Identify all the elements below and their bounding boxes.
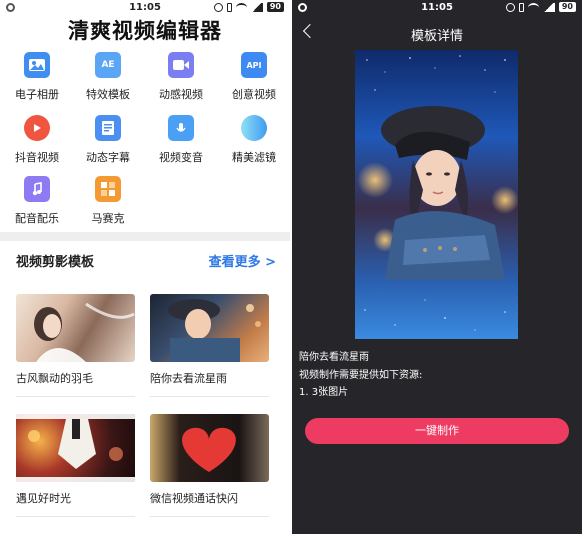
template-caption: 遇见好时光 xyxy=(16,492,71,505)
feature-mosaic[interactable]: 马赛克 xyxy=(78,176,138,226)
template-caption: 微信视频通话快闪 xyxy=(150,492,238,505)
template-thumbnail xyxy=(150,414,269,482)
feature-label: 马赛克 xyxy=(91,212,125,225)
music-note-icon xyxy=(24,176,50,202)
feature-dynamic-video[interactable]: 动感视频 xyxy=(151,52,211,102)
see-more-link[interactable]: 查看更多 > xyxy=(209,251,276,270)
home-screen: 11:05 90 清爽视频编辑器 电子相册 AE 特效模板 动感视频 API 创… xyxy=(0,0,290,534)
template-card[interactable]: 陪你去看流星雨 xyxy=(150,294,269,397)
photo-album-icon xyxy=(24,52,50,78)
alarm-icon xyxy=(213,2,223,12)
wifi-icon xyxy=(527,2,539,12)
feature-douyin-video[interactable]: 抖音视频 xyxy=(7,115,67,165)
feature-label: 视频变音 xyxy=(159,151,203,164)
status-bar: 11:05 90 xyxy=(292,0,582,16)
api-icon: API xyxy=(241,52,267,78)
wifi-icon xyxy=(235,2,247,12)
section-divider xyxy=(0,232,290,241)
dynamic-video-icon xyxy=(168,52,194,78)
template-thumbnail xyxy=(16,414,135,482)
one-click-make-button[interactable]: 一键制作 xyxy=(305,418,569,444)
page-title: 模板详情 xyxy=(410,29,463,44)
feature-voice-change[interactable]: 视频变音 xyxy=(151,115,211,165)
template-thumbnail xyxy=(16,294,135,362)
requirement-heading: 视频制作需要提供如下资源: xyxy=(299,370,423,381)
heart-icon xyxy=(182,427,236,472)
template-preview-image[interactable] xyxy=(355,50,518,339)
vibrate-icon xyxy=(518,2,524,12)
feature-creative-video[interactable]: API 创意视频 xyxy=(224,52,284,102)
voice-change-icon xyxy=(168,115,194,141)
douyin-play-icon xyxy=(24,115,50,141)
feature-label: 创意视频 xyxy=(232,88,276,101)
feature-label: 电子相册 xyxy=(15,88,59,101)
feature-label: 特效模板 xyxy=(86,88,130,101)
feature-label: 动感视频 xyxy=(159,88,203,101)
alarm-icon xyxy=(505,2,515,12)
card-divider xyxy=(16,516,135,517)
template-card[interactable]: 古风飘动的羽毛 xyxy=(16,294,135,397)
vibrate-icon xyxy=(226,2,232,12)
filter-icon xyxy=(241,115,267,141)
requirement-item: 1. 3张图片 xyxy=(299,387,349,398)
feature-label: 抖音视频 xyxy=(15,151,59,164)
feature-label: 配音配乐 xyxy=(15,212,59,225)
mosaic-icon xyxy=(95,176,121,202)
feature-effect-template[interactable]: AE 特效模板 xyxy=(78,52,138,102)
template-detail-screen: 11:05 90 模板详情 陪你去看流星雨 视频制作需要提供如下资源: 1. 3… xyxy=(292,0,582,534)
battery-icon: 90 xyxy=(266,2,284,12)
template-caption: 古风飘动的羽毛 xyxy=(16,372,93,385)
template-card[interactable]: 微信视频通话快闪 xyxy=(150,414,269,517)
app-title: 清爽视频编辑器 xyxy=(68,19,222,43)
card-divider xyxy=(16,396,135,397)
card-divider xyxy=(150,516,269,517)
template-caption: 陪你去看流星雨 xyxy=(150,372,227,385)
feature-dubbing-music[interactable]: 配音配乐 xyxy=(7,176,67,226)
section-title: 视频剪影模板 xyxy=(16,255,95,270)
card-divider xyxy=(150,396,269,397)
feature-label: 动态字幕 xyxy=(86,151,130,164)
feature-filter[interactable]: 精美滤镜 xyxy=(224,115,284,165)
template-card[interactable]: 遇见好时光 xyxy=(16,414,135,517)
signal-icon xyxy=(250,2,263,12)
ae-template-icon: AE xyxy=(95,52,121,78)
template-thumbnail xyxy=(150,294,269,362)
feature-dynamic-subtitle[interactable]: 动态字幕 xyxy=(78,115,138,165)
signal-icon xyxy=(542,2,555,12)
template-name: 陪你去看流星雨 xyxy=(299,352,369,363)
feature-label: 精美滤镜 xyxy=(232,151,276,164)
subtitle-doc-icon xyxy=(95,115,121,141)
battery-icon: 90 xyxy=(558,2,576,12)
status-bar: 11:05 90 xyxy=(0,0,290,16)
feature-photo-album[interactable]: 电子相册 xyxy=(7,52,67,102)
